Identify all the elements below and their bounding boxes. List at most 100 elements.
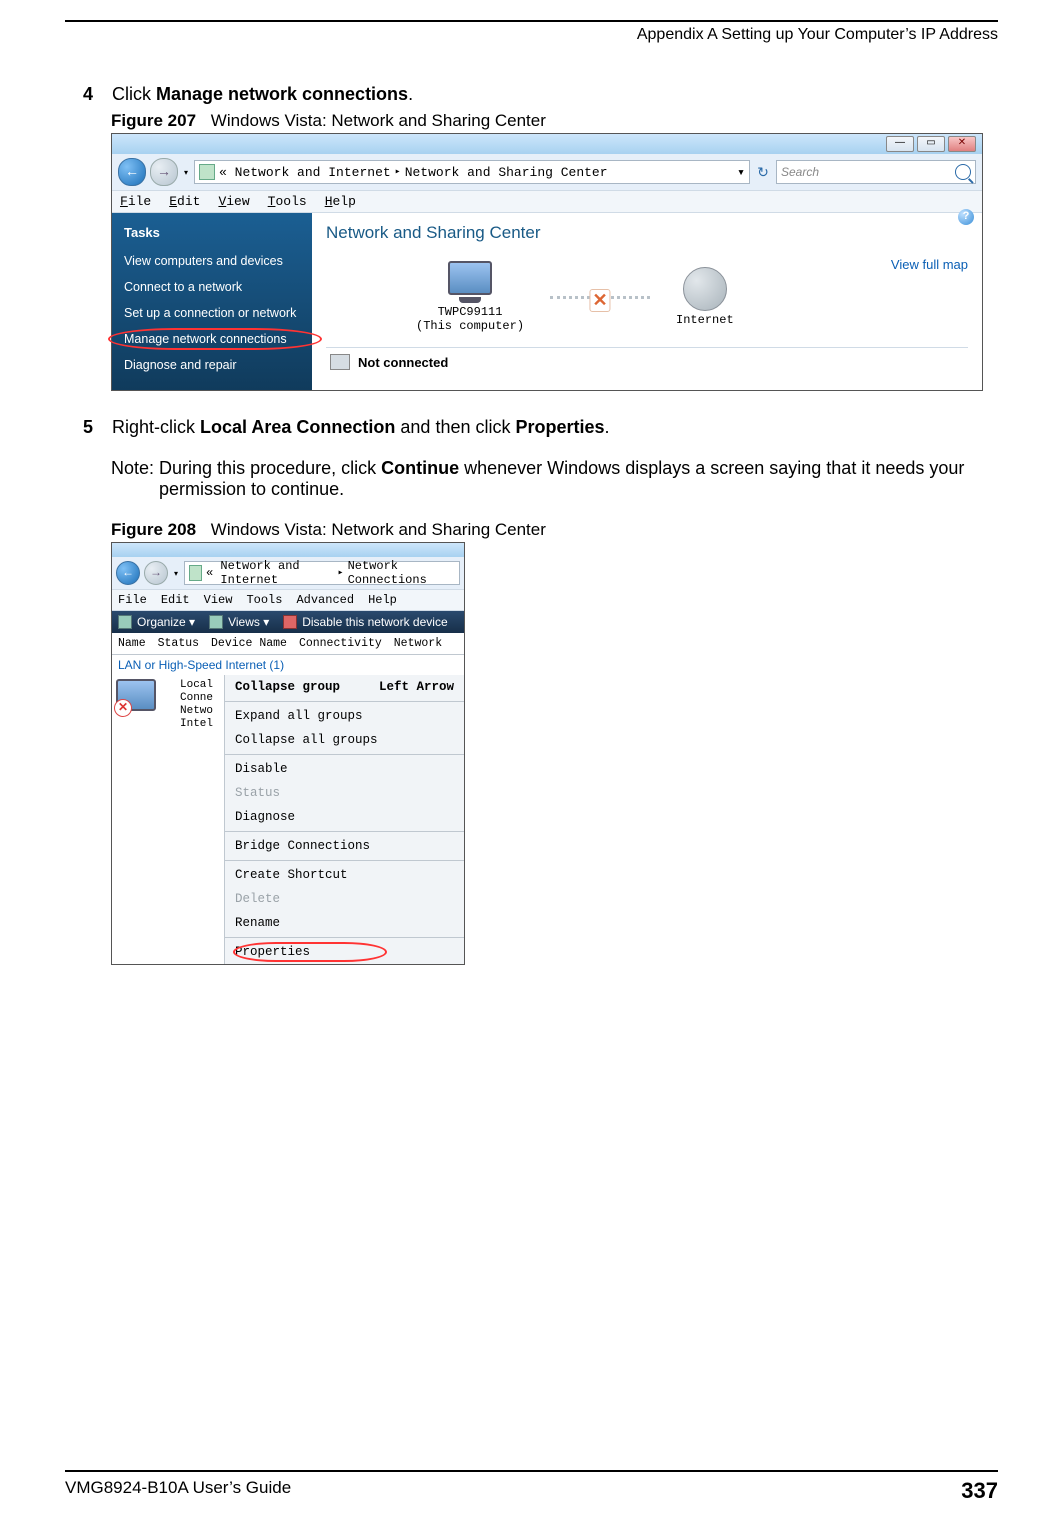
toolbar-disable-device[interactable]: Disable this network device xyxy=(283,615,447,629)
menu2-file[interactable]: File xyxy=(118,593,147,607)
menu-help[interactable]: Help xyxy=(325,194,356,209)
ctx-shortcut[interactable]: Create Shortcut xyxy=(225,863,464,887)
adapter-disconnected-icon: ✕ xyxy=(114,699,132,717)
step-5-post: . xyxy=(605,417,610,437)
nav-forward-button[interactable]: → xyxy=(150,158,178,186)
content-pane: Network and Sharing Center View full map… xyxy=(312,213,982,390)
task-view-computers[interactable]: View computers and devices xyxy=(112,248,312,274)
breadcrumb-icon xyxy=(199,164,215,180)
breadcrumb2-item-2[interactable]: Network Connections xyxy=(348,559,455,587)
nav-back-button-2[interactable]: ← xyxy=(116,561,140,585)
step-5-mid: and then click xyxy=(395,417,515,437)
menu-view[interactable]: View xyxy=(218,194,249,209)
ctx-expand-all[interactable]: Expand all groups xyxy=(225,704,464,728)
window-titlebar: — ▭ ✕ xyxy=(112,134,982,154)
connection-icon-column: ✕ xyxy=(112,675,180,964)
breadcrumb-item-2[interactable]: Network and Sharing Center xyxy=(405,165,608,180)
window2-titlebar xyxy=(112,543,464,557)
conn-label-line-2: Conne xyxy=(180,692,224,705)
refresh-button[interactable]: ↻ xyxy=(754,164,772,181)
menu2-advanced[interactable]: Advanced xyxy=(296,593,354,607)
organize-icon xyxy=(118,615,132,629)
task-connect-network[interactable]: Connect to a network xyxy=(112,274,312,300)
step-4: 4 Click Manage network connections. xyxy=(83,84,998,105)
maximize-button[interactable]: ▭ xyxy=(917,136,945,152)
ctx-properties[interactable]: Properties xyxy=(225,940,464,964)
breadcrumb2-sep: ▸ xyxy=(338,567,344,579)
task-setup-connection[interactable]: Set up a connection or network xyxy=(112,300,312,326)
col-connectivity[interactable]: Connectivity xyxy=(299,637,382,650)
task-manage-network-connections[interactable]: Manage network connections xyxy=(112,326,312,352)
step-5-number: 5 xyxy=(83,417,107,438)
col-name[interactable]: Name xyxy=(118,637,146,650)
page-footer: VMG8924-B10A User’s Guide 337 xyxy=(65,1470,998,1504)
connection-label[interactable]: Local Conne Netwo Intel xyxy=(180,675,224,964)
figure-207-title: Windows Vista: Network and Sharing Cente… xyxy=(211,111,546,130)
nav-history-dropdown-2[interactable]: ▾ xyxy=(172,569,180,578)
globe-icon xyxy=(683,267,727,311)
ctx-diagnose[interactable]: Diagnose xyxy=(225,805,464,829)
ctx-disable[interactable]: Disable xyxy=(225,757,464,781)
figure-208-title: Windows Vista: Network and Sharing Cente… xyxy=(211,520,546,539)
breadcrumb-bar-2[interactable]: « Network and Internet ▸ Network Connect… xyxy=(184,561,460,585)
menu2-view[interactable]: View xyxy=(204,593,233,607)
not-connected-label: Not connected xyxy=(358,355,448,370)
not-connected-row: Not connected xyxy=(326,347,968,376)
tasks-pane: Tasks View computers and devices Connect… xyxy=(112,213,312,390)
ctx-bridge[interactable]: Bridge Connections xyxy=(225,834,464,858)
ctx-rename[interactable]: Rename xyxy=(225,911,464,935)
breadcrumb2-item-1[interactable]: Network and Internet xyxy=(220,559,333,587)
tasks-header: Tasks xyxy=(112,221,312,248)
footer-page-number: 337 xyxy=(961,1478,998,1504)
context-menu: Collapse group Left Arrow Expand all gro… xyxy=(224,675,464,964)
note-bold: Continue xyxy=(381,458,459,478)
column-headers: Name Status Device Name Connectivity Net… xyxy=(112,633,464,655)
conn-label-line-1: Local xyxy=(180,679,224,692)
step-4-text-post: . xyxy=(408,84,413,104)
menu2-edit[interactable]: Edit xyxy=(161,593,190,607)
computer-name: TWPC99111 xyxy=(416,305,524,319)
toolbar-views[interactable]: Views ▾ xyxy=(209,615,269,629)
search-icon xyxy=(955,164,971,180)
figure-208-number: Figure 208 xyxy=(111,520,196,539)
breadcrumb2-laquo: « xyxy=(206,566,213,580)
breadcrumb-bar[interactable]: « Network and Internet ▸ Network and Sha… xyxy=(194,160,750,184)
col-status[interactable]: Status xyxy=(158,637,199,650)
breadcrumb-sep-1: ▸ xyxy=(395,166,401,178)
menu2-tools[interactable]: Tools xyxy=(246,593,282,607)
step-4-text-pre: Click xyxy=(112,84,156,104)
menu-file[interactable]: File xyxy=(120,194,151,209)
nav-forward-button-2[interactable]: → xyxy=(144,561,168,585)
col-network[interactable]: Network xyxy=(394,637,442,650)
window2-menubar: File Edit View Tools Advanced Help xyxy=(112,589,464,611)
ctx-left-arrow-hint: Left Arrow xyxy=(379,680,454,694)
nav-history-dropdown[interactable]: ▾ xyxy=(182,168,190,177)
window-menubar: File Edit View Tools Help ? xyxy=(112,190,982,213)
note-label: Note: xyxy=(111,458,159,478)
group-header-lan[interactable]: LAN or High-Speed Internet (1) xyxy=(112,655,464,675)
menu-tools[interactable]: Tools xyxy=(268,194,307,209)
close-button[interactable]: ✕ xyxy=(948,136,976,152)
monitor-stand-icon xyxy=(459,297,481,303)
breadcrumb-dropdown[interactable]: ▾ xyxy=(737,165,745,180)
disconnected-icon: ✕ xyxy=(589,289,610,312)
view-full-map-link[interactable]: View full map xyxy=(891,257,968,272)
conn-label-line-3: Netwo xyxy=(180,705,224,718)
breadcrumb-item-1[interactable]: Network and Internet xyxy=(235,165,391,180)
monitor-icon xyxy=(448,261,492,295)
step-4-number: 4 xyxy=(83,84,107,105)
menu2-help[interactable]: Help xyxy=(368,593,397,607)
ctx-collapse-all[interactable]: Collapse all groups xyxy=(225,728,464,752)
connection-line: ✕ xyxy=(550,296,650,299)
toolbar-organize[interactable]: Organize ▾ xyxy=(118,615,195,629)
menu-edit[interactable]: Edit xyxy=(169,194,200,209)
task-diagnose-repair[interactable]: Diagnose and repair xyxy=(112,352,312,378)
minimize-button[interactable]: — xyxy=(886,136,914,152)
search-placeholder: Search xyxy=(781,165,819,179)
ctx-collapse-group[interactable]: Collapse group Left Arrow xyxy=(225,675,464,699)
step-5-bold1: Local Area Connection xyxy=(200,417,395,437)
col-device[interactable]: Device Name xyxy=(211,637,287,650)
nav-back-button[interactable]: ← xyxy=(118,158,146,186)
search-input[interactable]: Search xyxy=(776,160,976,184)
step-5: 5 Right-click Local Area Connection and … xyxy=(83,417,998,438)
